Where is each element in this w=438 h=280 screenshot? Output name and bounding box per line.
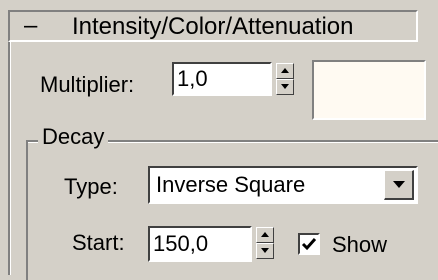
spinner-down-arrow-icon[interactable] xyxy=(276,79,294,95)
checkmark-icon xyxy=(301,238,317,251)
collapse-toggle[interactable]: – xyxy=(24,12,37,40)
rollout-title[interactable]: Intensity/Color/Attenuation xyxy=(72,13,354,41)
show-checkbox[interactable] xyxy=(298,233,320,255)
light-color-swatch[interactable] xyxy=(312,60,426,120)
multiplier-input[interactable] xyxy=(172,62,272,96)
decay-start-spinner[interactable] xyxy=(256,227,274,259)
decay-type-dropdown[interactable]: Inverse Square xyxy=(148,166,418,204)
multiplier-spinner[interactable] xyxy=(276,63,294,95)
spinner-down-arrow-icon[interactable] xyxy=(256,243,274,259)
rollout-header[interactable]: – Intensity/Color/Attenuation xyxy=(8,10,418,42)
rollout-left-border xyxy=(8,42,11,275)
decay-start-label: Start: xyxy=(72,230,125,255)
decay-group-label: Decay xyxy=(38,124,109,150)
spinner-up-arrow-icon[interactable] xyxy=(276,63,294,79)
decay-start-input[interactable] xyxy=(148,226,252,262)
show-checkbox-label[interactable]: Show xyxy=(332,232,387,258)
decay-type-value: Inverse Square xyxy=(156,172,306,197)
dropdown-arrow-icon[interactable] xyxy=(384,170,414,200)
multiplier-label: Multiplier: xyxy=(40,72,135,97)
decay-type-label: Type: xyxy=(64,174,118,199)
spinner-up-arrow-icon[interactable] xyxy=(256,227,274,243)
